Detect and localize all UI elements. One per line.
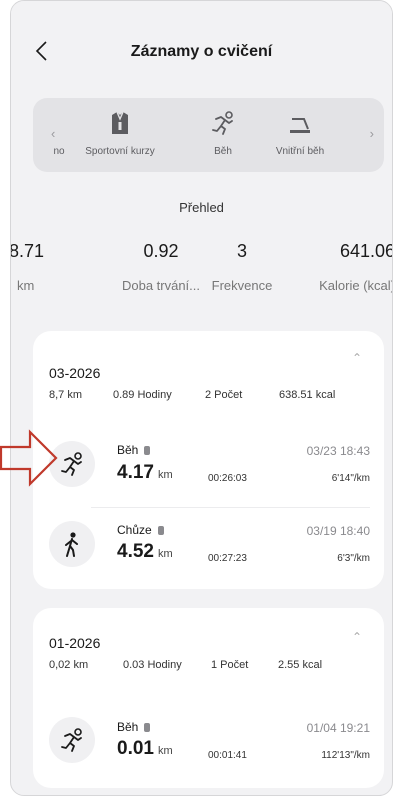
month-summary-hours: 0.03 Hodiny: [123, 659, 182, 671]
month-card-01-2026: 01-2026 ⌃ 0,02 km 0.03 Hodiny 1 Počet 2.…: [33, 608, 384, 788]
month-summary-kcal: 2.55 kcal: [278, 659, 323, 671]
overview-title: Přehled: [179, 200, 224, 215]
watch-icon: [157, 525, 164, 535]
workout-type: Chůze: [117, 523, 164, 537]
workout-date: 01/04 19:21: [306, 721, 370, 735]
watch-icon: [144, 722, 151, 732]
category-tab-sportovni-kurzy[interactable]: Sportovní kurzy: [75, 108, 165, 157]
watch-icon: [144, 445, 151, 455]
month-summary-distance: 8,7 km: [49, 389, 83, 401]
workout-type: Běh: [117, 720, 151, 734]
phone-screen: Záznamy o cvičení ‹ no Sportovní kurzy B…: [10, 0, 393, 796]
workout-date: 03/23 18:43: [306, 444, 370, 458]
overview-stats: 8.71 km 0.92 Doba trvání... 3 Frekvence …: [11, 241, 392, 301]
month-summary-distance: 0,02 km: [49, 659, 89, 671]
workout-pace: 6'14"/km: [331, 473, 370, 484]
stat-calories: 641.06 Kalorie (kcal): [319, 241, 393, 293]
annotation-arrow-icon: [0, 429, 58, 487]
month-summary-count: 2 Počet: [205, 389, 243, 401]
month-summary-hours: 0.89 Hodiny: [113, 389, 172, 401]
workout-distance: 0.01 km: [117, 738, 173, 759]
treadmill-icon: [265, 108, 335, 138]
workout-row-run[interactable]: Běh 0.01 km 00:01:41 01/04 19:21 112'13"/…: [33, 708, 384, 788]
workout-duration: 00:27:23: [208, 553, 247, 564]
month-summary-count: 1 Počet: [211, 659, 249, 671]
category-tabs[interactable]: ‹ no Sportovní kurzy Běh Vnitřní běh ›: [33, 98, 384, 172]
category-tab-beh[interactable]: Běh: [196, 108, 250, 157]
divider: [91, 507, 370, 508]
stat-distance: 8.71 km: [10, 241, 45, 293]
workout-row-walk[interactable]: Chůze 4.52 km 00:27:23 03/19 18:40 6'3"/k…: [33, 509, 384, 589]
stat-duration: 0.92 Doba trvání...: [121, 241, 201, 293]
header: Záznamy o cvičení: [11, 1, 392, 97]
walking-icon: [49, 521, 95, 567]
category-tab-partial[interactable]: no: [39, 108, 79, 157]
partial-icon: [39, 108, 79, 138]
workout-duration: 00:01:41: [208, 750, 247, 761]
workout-duration: 00:26:03: [208, 473, 247, 484]
running-icon: [196, 108, 250, 138]
month-card-03-2026: 03-2026 ⌃ 8,7 km 0.89 Hodiny 2 Počet 638…: [33, 331, 384, 589]
collapse-icon[interactable]: ⌃: [352, 630, 362, 644]
workout-type: Běh: [117, 443, 151, 457]
workout-pace: 112'13"/km: [321, 750, 370, 761]
workout-distance: 4.52 km: [117, 541, 173, 562]
tshirt-icon: [75, 108, 165, 138]
workout-date: 03/19 18:40: [306, 524, 370, 538]
month-label: 03-2026: [49, 365, 101, 381]
category-tab-vnitrni-beh[interactable]: Vnitřní běh: [265, 108, 335, 157]
page-title: Záznamy o cvičení: [130, 43, 273, 60]
workout-row-run[interactable]: Běh 4.17 km 00:26:03 03/23 18:43 6'14"/km: [33, 427, 384, 507]
month-summary-kcal: 638.51 kcal: [279, 389, 336, 401]
workout-pace: 6'3"/km: [337, 553, 370, 564]
chevron-right-icon[interactable]: ›: [370, 126, 374, 141]
collapse-icon[interactable]: ⌃: [352, 351, 362, 365]
running-icon: [49, 717, 95, 763]
stat-frequency: 3 Frekvence: [211, 241, 273, 293]
month-label: 01-2026: [49, 635, 101, 651]
workout-distance: 4.17 km: [117, 462, 173, 483]
